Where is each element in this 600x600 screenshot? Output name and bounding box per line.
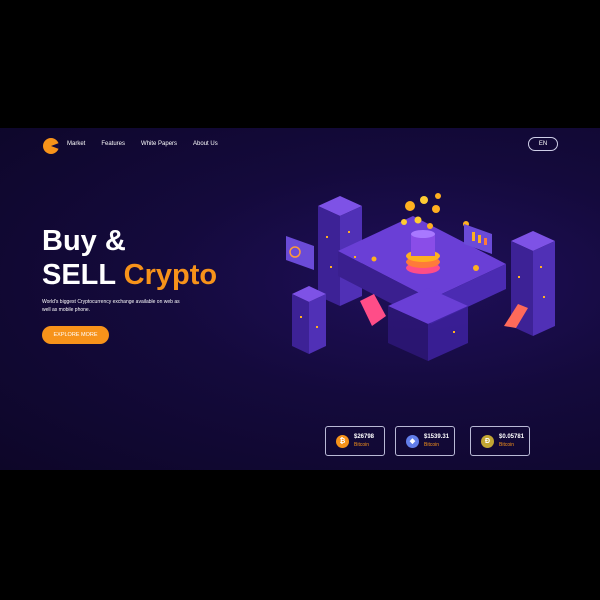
ticker-card-dogecoin[interactable]: Ð $0.05781 Bitcoin xyxy=(470,426,530,456)
hero-title-line2: SELL xyxy=(42,259,124,291)
nav-white-papers-link[interactable]: White Papers xyxy=(141,141,177,147)
ethereum-coin-icon: ◆ xyxy=(406,434,419,448)
ticker-price: $1539.31 xyxy=(424,434,450,440)
language-selector-button[interactable]: EN xyxy=(528,137,558,151)
ticker-price: $26798 xyxy=(354,434,375,440)
hero-title: Buy & SELL Crypto xyxy=(42,224,217,292)
isometric-crypto-illustration xyxy=(286,193,555,361)
bitcoin-coin-icon: ₿ xyxy=(336,434,349,448)
ticker-coin-name: Bitcoin xyxy=(499,442,515,448)
ticker-card-ethereum[interactable]: ◆ $1539.31 Bitcoin xyxy=(395,426,455,456)
hero-subtitle: World's biggest Cryptocurrency exchange … xyxy=(42,299,180,313)
ticker-coin-name: Bitcoin xyxy=(354,442,370,448)
coin-stack-icon xyxy=(406,230,440,274)
ticker-coin-name: Bitcoin xyxy=(424,442,440,448)
nav-market-link[interactable]: Market xyxy=(67,141,85,147)
chart-panel-left-icon xyxy=(286,236,314,270)
dogecoin-coin-icon: Ð xyxy=(481,434,494,448)
nav-about-us-link[interactable]: About Us xyxy=(193,141,218,147)
crystal-left-icon xyxy=(360,294,386,326)
landing-page: Market Features White Papers About Us EN… xyxy=(0,128,600,470)
hero-title-line1: Buy & xyxy=(42,225,126,257)
logo-icon[interactable] xyxy=(42,137,60,155)
ticker-card-bitcoin[interactable]: ₿ $26798 Bitcoin xyxy=(325,426,385,456)
main-nav: Market Features White Papers About Us xyxy=(67,141,218,147)
small-left-tower xyxy=(292,286,326,354)
ticker-price: $0.05781 xyxy=(499,434,525,440)
explore-more-button[interactable]: EXPLORE MORE xyxy=(42,326,109,344)
nav-features-link[interactable]: Features xyxy=(101,141,125,147)
hero-title-accent: Crypto xyxy=(123,259,218,291)
